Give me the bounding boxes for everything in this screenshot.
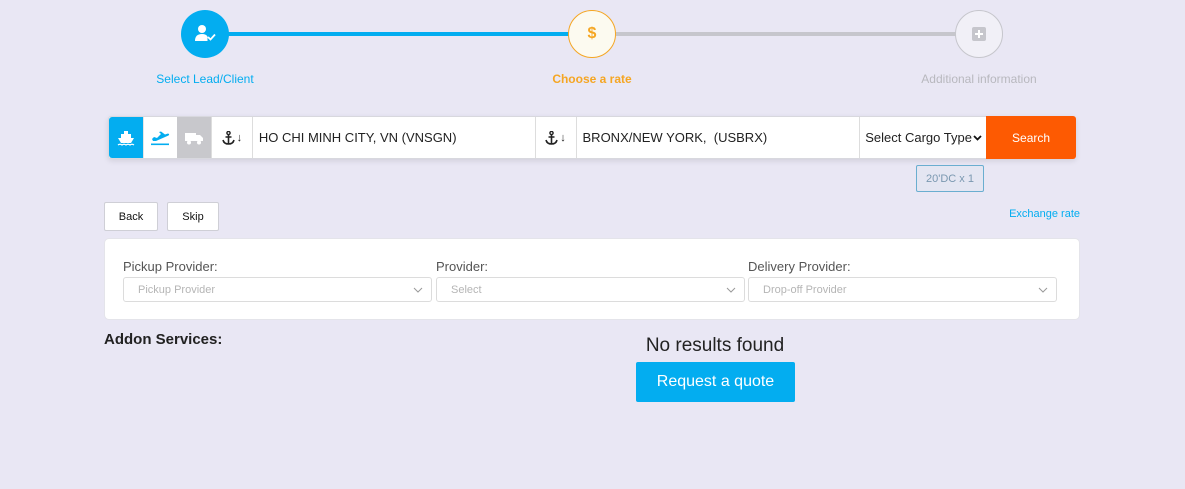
search-button[interactable]: Search [986, 116, 1076, 159]
anchor-icon [221, 130, 235, 145]
container-summary-badge[interactable]: 20'DC x 1 [916, 165, 984, 192]
mode-truck-button[interactable] [176, 117, 211, 158]
plus-square-icon [972, 27, 986, 41]
step-3-label: Additional information [921, 72, 1037, 86]
truck-icon [184, 132, 203, 144]
chevron-down-icon [726, 287, 736, 293]
pickup-provider-label: Pickup Provider: [123, 259, 218, 274]
destination-port-type-dropdown[interactable]: ↓ [534, 117, 577, 158]
chevron-down-icon [1038, 287, 1048, 293]
provider-select[interactable]: Select [436, 277, 745, 302]
chevron-down-icon [413, 287, 423, 293]
skip-button[interactable]: Skip [167, 202, 219, 231]
chevron-down-icon [973, 134, 982, 141]
provider-group: Provider: Select [436, 259, 745, 302]
rate-search-bar: ↓ ↓ Select Cargo Type Search [108, 116, 1076, 159]
request-quote-button[interactable]: Request a quote [636, 362, 795, 402]
plane-icon [151, 131, 170, 145]
anchor-icon [545, 130, 559, 145]
stepper-line-pending [616, 32, 956, 36]
delivery-provider-placeholder: Drop-off Provider [763, 283, 847, 296]
provider-label: Provider: [436, 259, 489, 274]
pickup-provider-group: Pickup Provider: Pickup Provider [123, 259, 432, 302]
no-results-message: No results found [645, 335, 785, 356]
exchange-rate-link[interactable]: Exchange rate [990, 208, 1080, 220]
cargo-type-select[interactable]: Select Cargo Type [859, 117, 986, 158]
delivery-provider-label: Delivery Provider: [748, 259, 851, 274]
pickup-provider-select[interactable]: Pickup Provider [123, 277, 432, 302]
step-1-label: Select Lead/Client [156, 72, 254, 86]
provider-placeholder: Select [451, 283, 482, 296]
step-1-circle[interactable] [181, 10, 229, 58]
origin-port-input[interactable] [252, 117, 535, 158]
pickup-provider-placeholder: Pickup Provider [138, 283, 216, 296]
mode-air-button[interactable] [142, 117, 177, 158]
destination-port-input[interactable] [576, 117, 860, 158]
mode-sea-button[interactable] [109, 117, 143, 158]
user-check-icon [195, 25, 216, 41]
delivery-provider-group: Delivery Provider: Drop-off Provider [748, 259, 1057, 302]
origin-port-type-dropdown[interactable]: ↓ [210, 117, 253, 158]
step-2-label: Choose a rate [552, 72, 632, 86]
ship-icon [117, 130, 135, 146]
double-chevron-down-icon: ↓ [560, 131, 566, 144]
stepper-line-completed [228, 32, 570, 36]
dollar-icon: $ [587, 25, 597, 42]
addon-services-title: Addon Services: [104, 331, 223, 348]
delivery-provider-select[interactable]: Drop-off Provider [748, 277, 1057, 302]
step-3-circle[interactable] [955, 10, 1003, 58]
cargo-type-value: Select Cargo Type [865, 130, 972, 145]
step-2-circle[interactable]: $ [568, 10, 616, 58]
progress-stepper: $ Select Lead/Client Choose a rate Addit… [0, 0, 1185, 100]
back-button[interactable]: Back [104, 202, 158, 231]
providers-card: Pickup Provider: Pickup Provider Provide… [104, 238, 1080, 320]
double-chevron-down-icon: ↓ [236, 131, 243, 144]
